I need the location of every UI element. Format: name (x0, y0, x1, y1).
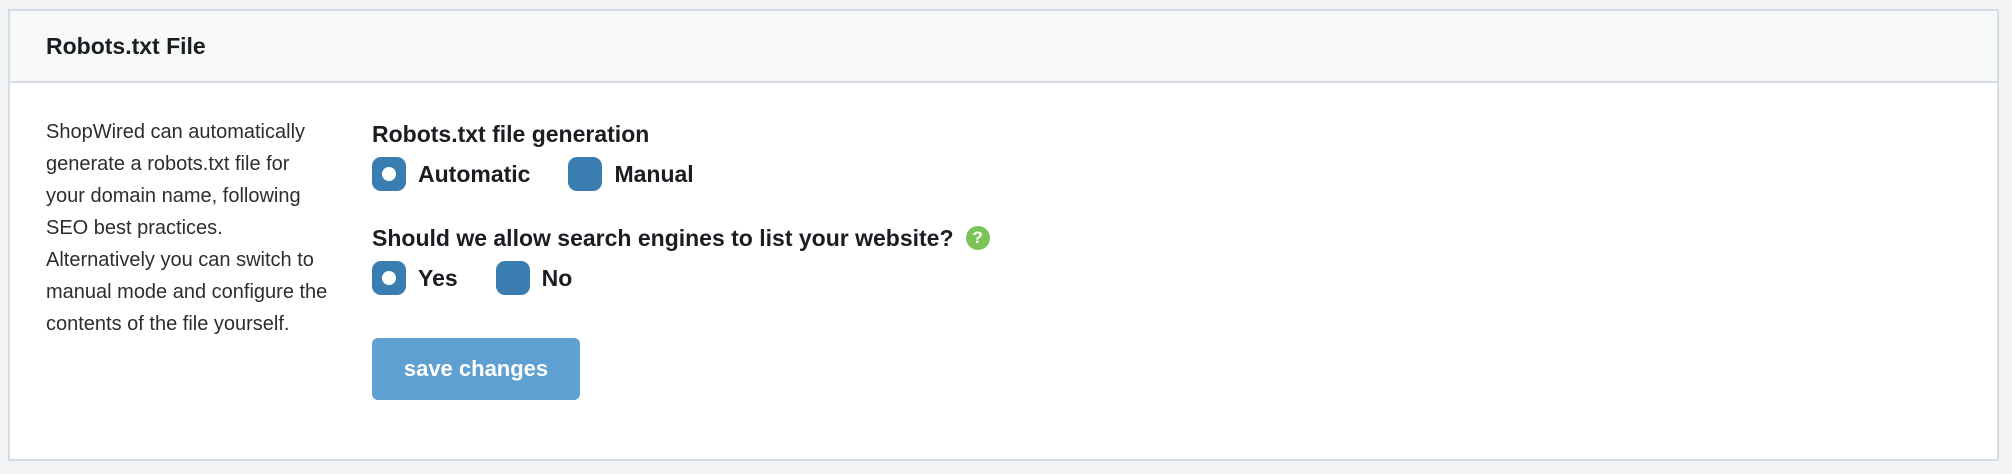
radio-button-no[interactable] (495, 261, 530, 295)
generation-radio-group: Automatic Manual (372, 157, 990, 191)
search-engines-label-row: Should we allow search engines to list y… (372, 223, 990, 253)
search-engines-label: Should we allow search engines to list y… (372, 225, 954, 251)
panel-description: ShopWired can automatically generate a r… (46, 121, 328, 335)
radio-yes[interactable]: Yes (372, 261, 458, 295)
radio-label-automatic: Automatic (418, 160, 531, 187)
save-changes-button[interactable]: save changes (372, 338, 580, 400)
generation-field: Robots.txt file generation Automatic Man… (372, 119, 990, 191)
question-mark-icon[interactable]: ? (965, 226, 990, 250)
search-engines-radio-group: Yes No (372, 261, 990, 295)
radio-label-manual: Manual (614, 160, 694, 187)
panel-body: ShopWired can automatically generate a r… (10, 83, 1997, 461)
robots-txt-panel: Robots.txt File ShopWired can automatica… (8, 9, 1999, 461)
radio-label-no: No (541, 264, 573, 291)
settings-form: Robots.txt file generation Automatic Man… (372, 119, 990, 400)
radio-button-automatic[interactable] (372, 157, 406, 191)
radio-selected-dot (382, 271, 396, 285)
radio-button-yes[interactable] (372, 261, 406, 295)
radio-manual[interactable]: Manual (568, 157, 694, 191)
generation-label: Robots.txt file generation (372, 121, 650, 147)
radio-no[interactable]: No (495, 261, 573, 295)
radio-selected-dot (382, 167, 396, 181)
panel-header: Robots.txt File (10, 11, 1997, 83)
search-engines-field: Should we allow search engines to list y… (372, 223, 990, 295)
panel-title: Robots.txt File (46, 32, 206, 59)
radio-button-manual[interactable] (568, 157, 603, 191)
radio-label-yes: Yes (418, 264, 458, 291)
radio-automatic[interactable]: Automatic (372, 157, 530, 191)
